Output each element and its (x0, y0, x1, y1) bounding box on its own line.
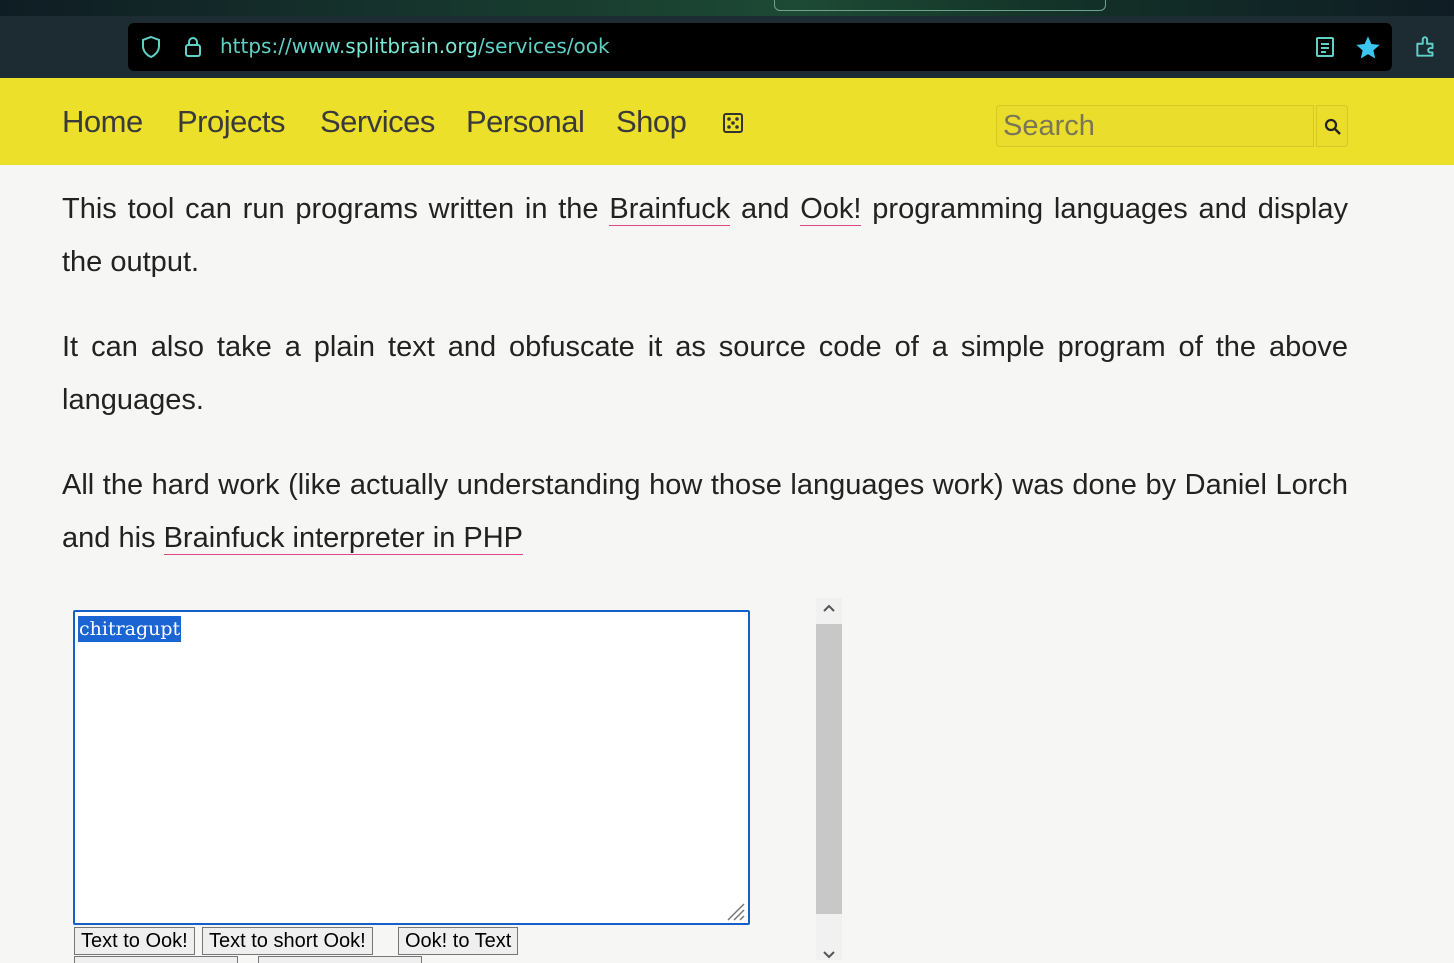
bookmark-star-icon[interactable] (1354, 34, 1382, 62)
scrollbar-thumb[interactable] (816, 624, 842, 914)
browser-toolbar: https://www.splitbrain.org/services/ook (0, 0, 1454, 78)
interpreter-link[interactable]: Brainfuck interpreter in PHP (163, 522, 524, 555)
dice-icon[interactable] (722, 112, 744, 134)
text-to-short-ook-button[interactable]: Text to short Ook! (202, 927, 373, 955)
shield-icon[interactable] (139, 35, 163, 59)
intro-paragraph: This tool can run programs written in th… (62, 193, 1348, 278)
tab-strip (0, 0, 1454, 16)
chevron-up-icon[interactable] (823, 603, 835, 613)
nav-item-shop[interactable]: Shop (616, 104, 687, 140)
nav-item-personal[interactable]: Personal (466, 104, 585, 140)
lock-icon[interactable] (181, 35, 205, 59)
nav-item-projects[interactable]: Projects (177, 104, 285, 140)
ook-to-text-button[interactable]: Ook! to Text (398, 927, 519, 955)
chevron-down-icon[interactable] (823, 950, 835, 960)
resize-grip-icon[interactable] (724, 900, 746, 922)
search-input[interactable] (996, 105, 1314, 147)
source-textarea[interactable] (73, 610, 750, 925)
credits-paragraph: All the hard work (like actually underst… (62, 469, 1348, 555)
address-bar[interactable]: https://www.splitbrain.org/services/ook (128, 23, 1392, 71)
selected-input-text: chitragupt (78, 616, 182, 642)
active-tab[interactable] (774, 0, 1106, 11)
reader-view-icon[interactable] (1314, 35, 1336, 59)
nav-item-services[interactable]: Services (320, 104, 435, 140)
url-text[interactable]: https://www.splitbrain.org/services/ook (220, 34, 610, 58)
search-icon (1324, 118, 1341, 135)
search-button[interactable] (1316, 105, 1348, 147)
text-to-ook-button[interactable]: Text to Ook! (74, 927, 195, 955)
ook-link[interactable]: Ook! (800, 193, 862, 226)
extensions-icon[interactable] (1413, 34, 1439, 60)
brainfuck-link[interactable]: Brainfuck (609, 193, 731, 226)
nav-item-home[interactable]: Home (62, 104, 143, 140)
obfuscate-paragraph: It can also take a plain text and obfusc… (62, 331, 1348, 416)
page-scrollbar[interactable] (816, 598, 842, 960)
